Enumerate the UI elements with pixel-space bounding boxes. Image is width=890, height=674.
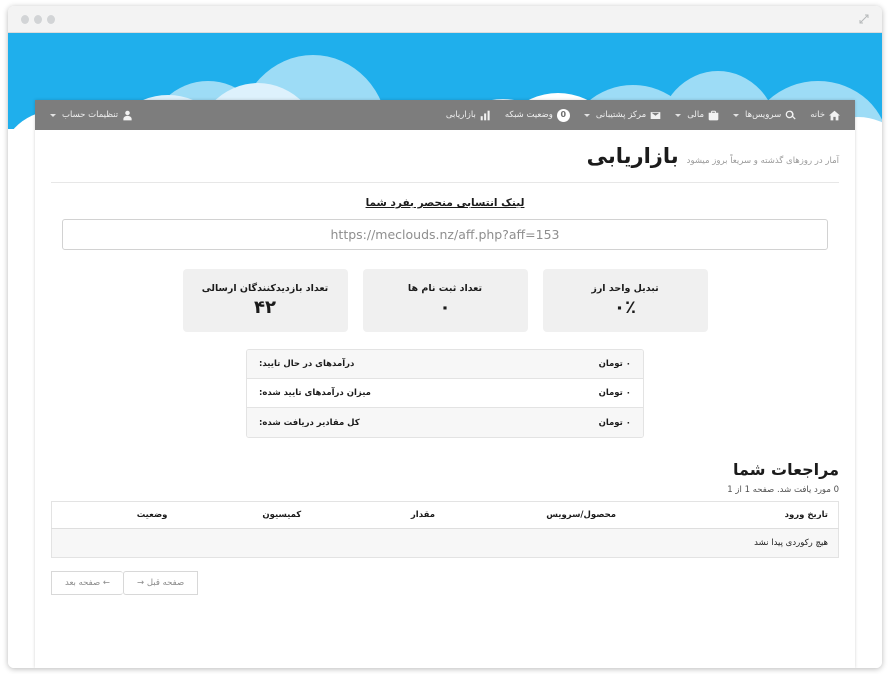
nav-item-billing[interactable]: مالی (668, 100, 726, 130)
maximize-button[interactable] (47, 15, 55, 24)
stat-card-conversion: تبدیل واحد ارز ۰٪ (542, 269, 708, 332)
column-header-product[interactable]: محصول/سرویس (445, 501, 627, 529)
column-header-status[interactable]: وضعیت (51, 501, 178, 529)
page-area: خانه سرویس‌ها مالی (8, 100, 882, 668)
earnings-summary: ۰ تومان درآمدهای در حال تایید: ۰ تومان م… (246, 349, 644, 438)
column-header-commission[interactable]: کمیسیون (177, 501, 312, 529)
status-badge-icon: 0 (556, 108, 570, 122)
nav-item-services[interactable]: سرویس‌ها (726, 100, 803, 130)
referrals-table: تاریخ ورود محصول/سرویس مقدار کمیسیون وضع… (51, 501, 839, 558)
header-divider (51, 182, 839, 183)
referrals-table-body: هیچ رکوردی پیدا نشد (51, 528, 839, 558)
pagination: صفحه بعد ← → صفحه قبل (51, 571, 839, 595)
earnings-amount: ۰ تومان (598, 388, 631, 398)
navbar-account-group: تنظیمات حساب (43, 100, 140, 130)
affiliate-link-heading: لینک انتسابی منحصر بفرد شما (365, 197, 525, 209)
search-icon (785, 110, 796, 121)
column-header-date[interactable]: تاریخ ورود (626, 501, 839, 529)
bar-chart-icon (480, 110, 491, 121)
stat-label: تعداد بازدیدکنندگان ارسالی (201, 283, 329, 294)
affiliate-link-input[interactable] (62, 219, 828, 250)
stat-card-signups: تعداد ثبت نام ها ۰ (362, 269, 528, 332)
empty-state-text: هیچ رکوردی پیدا نشد (51, 528, 839, 558)
stat-value: ۰٪ (614, 297, 636, 318)
browser-window: خانه سرویس‌ها مالی (8, 6, 882, 668)
earnings-label: کل مقادیر دریافت شده: (259, 417, 360, 428)
nav-item-label: سرویس‌ها (745, 110, 782, 120)
content-panel: خانه سرویس‌ها مالی (35, 100, 855, 668)
nav-item-support[interactable]: مرکز پشتیبانی (577, 100, 668, 130)
earnings-label: درآمدهای در حال تایید: (259, 359, 355, 369)
nav-item-account-settings[interactable]: تنظیمات حساب (43, 100, 140, 130)
stat-label: تعداد ثبت نام ها (407, 283, 483, 294)
nav-item-label: تنظیمات حساب (62, 110, 119, 120)
stat-label: تبدیل واحد ارز (591, 283, 659, 294)
nav-item-label: خانه (810, 110, 825, 120)
next-page-button[interactable]: صفحه بعد ← (51, 571, 124, 595)
earnings-amount: ۰ تومان (598, 359, 631, 369)
chevron-down-icon (675, 113, 682, 117)
page-header: آمار در روزهای گذشته و سریعاً بروز میشود… (35, 130, 855, 176)
table-row: هیچ رکوردی پیدا نشد (51, 528, 839, 558)
nav-item-label: بازاریابی (445, 110, 476, 120)
nav-item-label: مرکز پشتیبانی (595, 110, 647, 120)
page-header-row: آمار در روزهای گذشته و سریعاً بروز میشود… (51, 144, 839, 168)
earnings-label: میزان درآمدهای تایید شده: (259, 388, 371, 398)
table-header-row: تاریخ ورود محصول/سرویس مقدار کمیسیون وضع… (51, 501, 839, 529)
page-subtitle: آمار در روزهای گذشته و سریعاً بروز میشود (686, 156, 839, 166)
referrals-result-count: 0 مورد یافت شد. صفحه 1 از 1 (727, 485, 839, 495)
chevron-down-icon (583, 113, 590, 117)
nav-item-network-status[interactable]: 0 وضعیت شبکه (498, 100, 577, 130)
chevron-down-icon (733, 113, 740, 117)
column-header-amount[interactable]: مقدار (311, 501, 446, 529)
stat-card-visitors: تعداد بازدیدکنندگان ارسالی ۴۲ (182, 269, 348, 332)
earnings-row: ۰ تومان میزان درآمدهای تایید شده: (247, 379, 643, 408)
chevron-down-icon (50, 113, 56, 117)
user-icon (122, 110, 133, 121)
window-titlebar (8, 6, 882, 33)
earnings-row: ۰ تومان کل مقادیر دریافت شده: (247, 408, 643, 437)
window-controls[interactable] (21, 15, 55, 24)
referrals-heading: مراجعات شما (732, 460, 839, 479)
nav-item-home[interactable]: خانه (803, 100, 847, 130)
nav-item-label: وضعیت شبکه (504, 110, 553, 120)
earnings-amount: ۰ تومان (598, 417, 631, 428)
stat-value: ۰ (439, 297, 451, 318)
minimize-button[interactable] (34, 15, 42, 24)
close-button[interactable] (21, 15, 29, 24)
main-navbar: خانه سرویس‌ها مالی (35, 100, 855, 130)
stats-row: تبدیل واحد ارز ۰٪ تعداد ثبت نام ها ۰ تعد… (35, 269, 855, 332)
prev-page-button[interactable]: → صفحه قبل (123, 571, 199, 595)
navbar-primary-group: خانه سرویس‌ها مالی (439, 100, 847, 130)
referrals-table-head: تاریخ ورود محصول/سرویس مقدار کمیسیون وضع… (51, 501, 839, 529)
stat-value: ۴۲ (254, 297, 276, 318)
home-icon (829, 110, 840, 121)
nav-item-label: مالی (687, 110, 705, 120)
briefcase-icon (708, 110, 719, 121)
earnings-row: ۰ تومان درآمدهای در حال تایید: (247, 350, 643, 379)
envelope-icon (650, 110, 661, 121)
nav-item-marketing[interactable]: بازاریابی (439, 100, 498, 130)
page-title: بازاریابی (586, 144, 679, 168)
expand-icon[interactable] (857, 12, 871, 26)
